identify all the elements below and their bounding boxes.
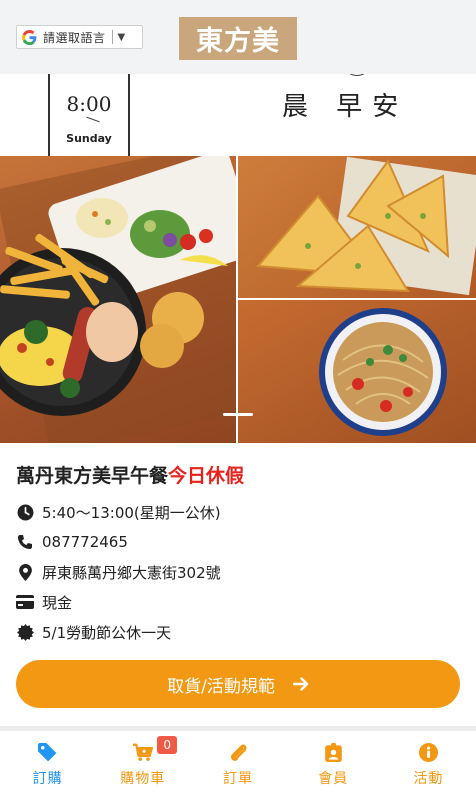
- certificate-icon: [16, 623, 34, 641]
- cart-icon: [132, 742, 153, 762]
- language-selector-label: 請選取語言: [43, 30, 106, 45]
- google-g-icon: [21, 29, 37, 45]
- nav-order[interactable]: 訂購: [0, 731, 95, 800]
- store-name: 萬丹東方美早午餐: [16, 465, 169, 487]
- store-phone[interactable]: 087772465: [42, 533, 128, 551]
- nav-activity[interactable]: 活動: [381, 731, 476, 800]
- bottom-nav: 訂購 0 購物車 訂單 會員 活動: [0, 731, 476, 800]
- nav-order-label: 訂購: [32, 771, 63, 787]
- id-badge-icon: [323, 742, 343, 762]
- banner-carousel[interactable]: 8:00 Sunday 晨 早安: [0, 74, 476, 443]
- clock-time: 8:00: [66, 92, 112, 116]
- arrow-right-icon: [292, 677, 309, 691]
- store-address[interactable]: 屏東縣萬丹鄉大憲街302號: [42, 562, 221, 583]
- pickup-rules-label: 取貨/活動規範: [167, 676, 275, 697]
- nav-member-label: 會員: [318, 771, 349, 787]
- tag-icon: [38, 742, 58, 762]
- store-info: 萬丹東方美早午餐今日休假 5:40～13:00(星期一公休) 087772465…: [16, 460, 460, 642]
- chevron-down-icon: ▼: [117, 31, 126, 43]
- nav-member[interactable]: 會員: [286, 731, 381, 800]
- store-status: 今日休假: [168, 465, 245, 487]
- info-circle-icon: [418, 742, 438, 762]
- breakfast-plate-photo: [0, 156, 236, 443]
- phone-row: 087772465: [16, 530, 128, 554]
- nav-activity-label: 活動: [413, 771, 444, 787]
- banner-top-strip: 8:00 Sunday 晨 早安: [0, 74, 476, 170]
- paperclip-icon: [228, 742, 248, 762]
- notice-row: 5/1勞動節公休一天: [16, 620, 171, 644]
- store-payment: 現金: [42, 593, 73, 612]
- brand-logo-text: 東方美: [196, 26, 280, 57]
- top-header: 請選取語言 ▼ 東方美: [0, 0, 476, 74]
- nav-cart-label: 購物車: [120, 771, 166, 787]
- carousel-indicator[interactable]: [223, 413, 253, 416]
- store-hours: 5:40～13:00(星期一公休): [42, 503, 221, 522]
- nav-orders-label: 訂單: [223, 771, 253, 787]
- store-notice: 5/1勞動節公休一天: [42, 623, 172, 642]
- language-selector-divider: [111, 30, 113, 44]
- phone-icon: [16, 533, 34, 551]
- credit-card-icon: [16, 593, 34, 611]
- sun-arc-icon: [342, 74, 372, 76]
- clock-day: Sunday: [66, 132, 112, 145]
- pickup-rules-button[interactable]: 取貨/活動規範: [16, 660, 460, 708]
- nav-cart[interactable]: 0 購物車: [95, 731, 190, 800]
- payment-row: 現金: [16, 590, 72, 614]
- map-marker-icon: [16, 563, 34, 581]
- address-row: 屏東縣萬丹鄉大憲街302號: [16, 560, 221, 584]
- language-selector[interactable]: 請選取語言 ▼: [16, 25, 143, 49]
- hours-row: 5:40～13:00(星期一公休): [16, 500, 221, 524]
- garlic-toast-photo: [238, 156, 476, 298]
- clock-icon: [16, 503, 34, 521]
- cart-count-badge: 0: [157, 736, 178, 754]
- store-title: 萬丹東方美早午餐今日休假: [16, 460, 460, 492]
- nav-orders[interactable]: 訂單: [190, 731, 285, 800]
- morning-greeting: 晨 早安: [282, 92, 409, 122]
- noodle-bowl-photo: [238, 300, 476, 443]
- brand-logo[interactable]: 東方美: [179, 17, 297, 60]
- clock-hand: [86, 116, 100, 123]
